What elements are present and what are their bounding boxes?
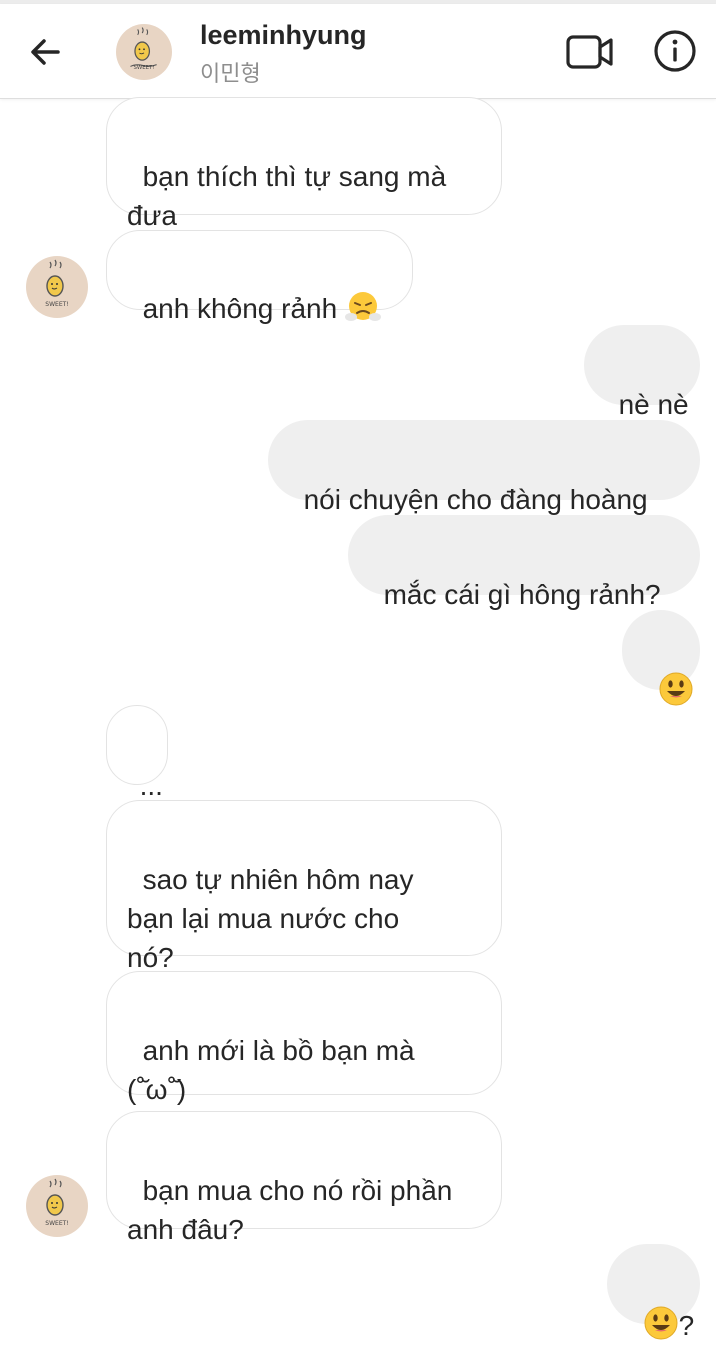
message-text: bạn thích thì tự sang mà đưa (127, 161, 447, 231)
sender-avatar-icon[interactable]: SWEET! (26, 1175, 88, 1237)
message-text: ? (678, 1310, 695, 1341)
message-text: ... (139, 770, 163, 801)
message-text: nói chuyện cho đàng hoàng (303, 484, 648, 515)
message-text: sao tự nhiên hôm nay bạn lại mua nước ch… (127, 864, 414, 973)
sender-avatar-icon[interactable]: SWEET! (26, 256, 88, 318)
svg-text:SWEET!: SWEET! (45, 301, 68, 308)
info-button[interactable] (652, 28, 698, 74)
message-bubble-outgoing[interactable]: mắc cái gì hông rảnh? (348, 515, 700, 610)
video-call-icon (566, 35, 613, 69)
chat-header: SWEET! leeminhyung 이민형 (0, 4, 716, 99)
message-bubble-outgoing[interactable]: nói chuyện cho đàng hoàng (268, 420, 700, 515)
message-bubble-incoming[interactable]: bạn thích thì tự sang mà đưa (106, 97, 502, 231)
svg-text:SWEET!: SWEET! (45, 1220, 68, 1227)
back-button[interactable] (24, 30, 68, 74)
message-bubble-incoming[interactable]: sao tự nhiên hôm nay bạn lại mua nước ch… (106, 800, 502, 973)
video-call-button[interactable] (564, 30, 616, 74)
message-bubble-incoming[interactable]: bạn mua cho nó rồi phần anh đâu? (106, 1111, 502, 1245)
chat-subtitle: 이민형 (200, 61, 261, 86)
message-text: bạn mua cho nó rồi phần anh đâu? (127, 1175, 453, 1245)
message-bubble-incoming[interactable]: anh mới là bồ bạn mà (˚̆ω˚̆) (106, 971, 502, 1105)
angry-steam-emoji (344, 292, 381, 321)
svg-text:SWEET!: SWEET! (133, 65, 154, 71)
sweet-potato-avatar-icon: SWEET! (116, 24, 172, 80)
message-text: anh không rảnh (142, 293, 345, 324)
message-bubble-outgoing[interactable]: ? (607, 1244, 700, 1341)
avatar[interactable]: SWEET! (116, 24, 172, 80)
message-text: anh mới là bồ bạn mà (˚̆ω˚̆) (127, 1035, 415, 1105)
arrow-left-icon (31, 39, 60, 65)
message-text: nè nè (618, 389, 689, 420)
chat-username[interactable]: leeminhyung (200, 20, 367, 51)
message-bubble-incoming[interactable]: anh không rảnh (106, 230, 413, 324)
message-bubble-outgoing[interactable] (622, 610, 700, 706)
message-text: mắc cái gì hông rảnh? (383, 579, 661, 610)
message-bubble-outgoing[interactable]: nè nè (584, 325, 700, 420)
smiley-emoji (659, 672, 693, 706)
message-bubble-incoming[interactable]: ... (106, 705, 168, 801)
info-icon (654, 30, 696, 72)
